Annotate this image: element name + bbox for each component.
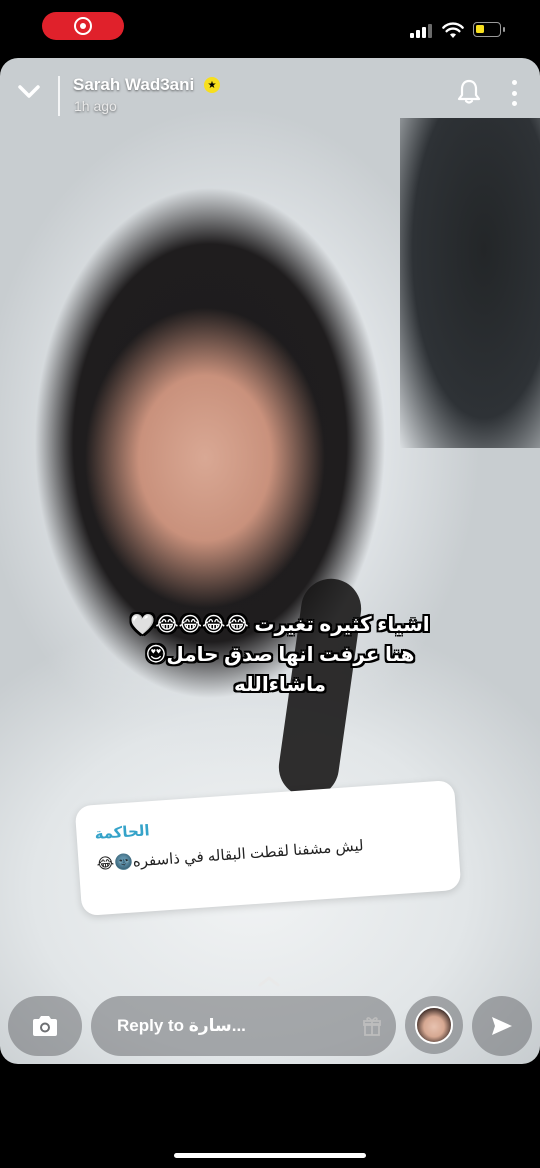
story-header: Sarah Wad3ani ★ 1h ago	[0, 58, 540, 128]
home-indicator[interactable]	[174, 1153, 366, 1158]
screen-recording-indicator[interactable]	[42, 12, 124, 40]
send-icon	[492, 1017, 512, 1035]
battery-icon	[473, 22, 501, 37]
reply-message: ليش مشفنا لقطت البقاله في ذاسفره🌚😂	[96, 837, 365, 873]
more-vertical-icon[interactable]	[508, 80, 520, 106]
reply-placeholder: Reply to سارة...	[117, 1016, 246, 1035]
story-caption: اشياء كثيره تغيرت 😂😂😂😂🤍 هنا عرفت انها صد…	[100, 610, 460, 700]
poster-name[interactable]: Sarah Wad3ani	[73, 75, 194, 95]
send-button[interactable]	[472, 996, 532, 1056]
reply-bar: Reply to سارة...	[0, 988, 540, 1064]
chevron-up-icon[interactable]	[256, 974, 282, 988]
bitmoji-avatar[interactable]	[405, 996, 463, 1054]
camera-button[interactable]	[8, 996, 82, 1056]
battery-level-fill	[476, 25, 484, 33]
story-divider	[58, 76, 60, 116]
caption-line: اشياء كثيره تغيرت 😂😂😂😂🤍	[130, 614, 430, 636]
story-viewer[interactable]: Sarah Wad3ani ★ 1h ago اشياء كثيره تغيرت…	[0, 58, 540, 1064]
star-badge-icon: ★	[204, 77, 220, 93]
caption-line: هنا عرفت انها صدق حامل😍	[145, 644, 415, 666]
record-icon	[74, 17, 92, 35]
wifi-icon	[442, 22, 464, 38]
quoted-reply-card: الحاكمة ليش مشفنا لقطت البقاله في ذاسفره…	[74, 779, 462, 917]
cellular-signal-icon	[410, 24, 432, 38]
reply-sender-name: الحاكمة	[94, 822, 151, 844]
reply-input[interactable]: Reply to سارة...	[91, 996, 396, 1056]
bell-icon[interactable]	[457, 79, 481, 105]
post-timestamp: 1h ago	[74, 98, 117, 114]
status-bar	[0, 0, 540, 56]
avatar	[415, 1006, 453, 1044]
chevron-down-icon[interactable]	[16, 82, 42, 102]
gift-icon[interactable]	[363, 1016, 381, 1036]
camera-icon	[33, 1016, 57, 1036]
caption-line: ماشاءالله	[234, 674, 326, 696]
